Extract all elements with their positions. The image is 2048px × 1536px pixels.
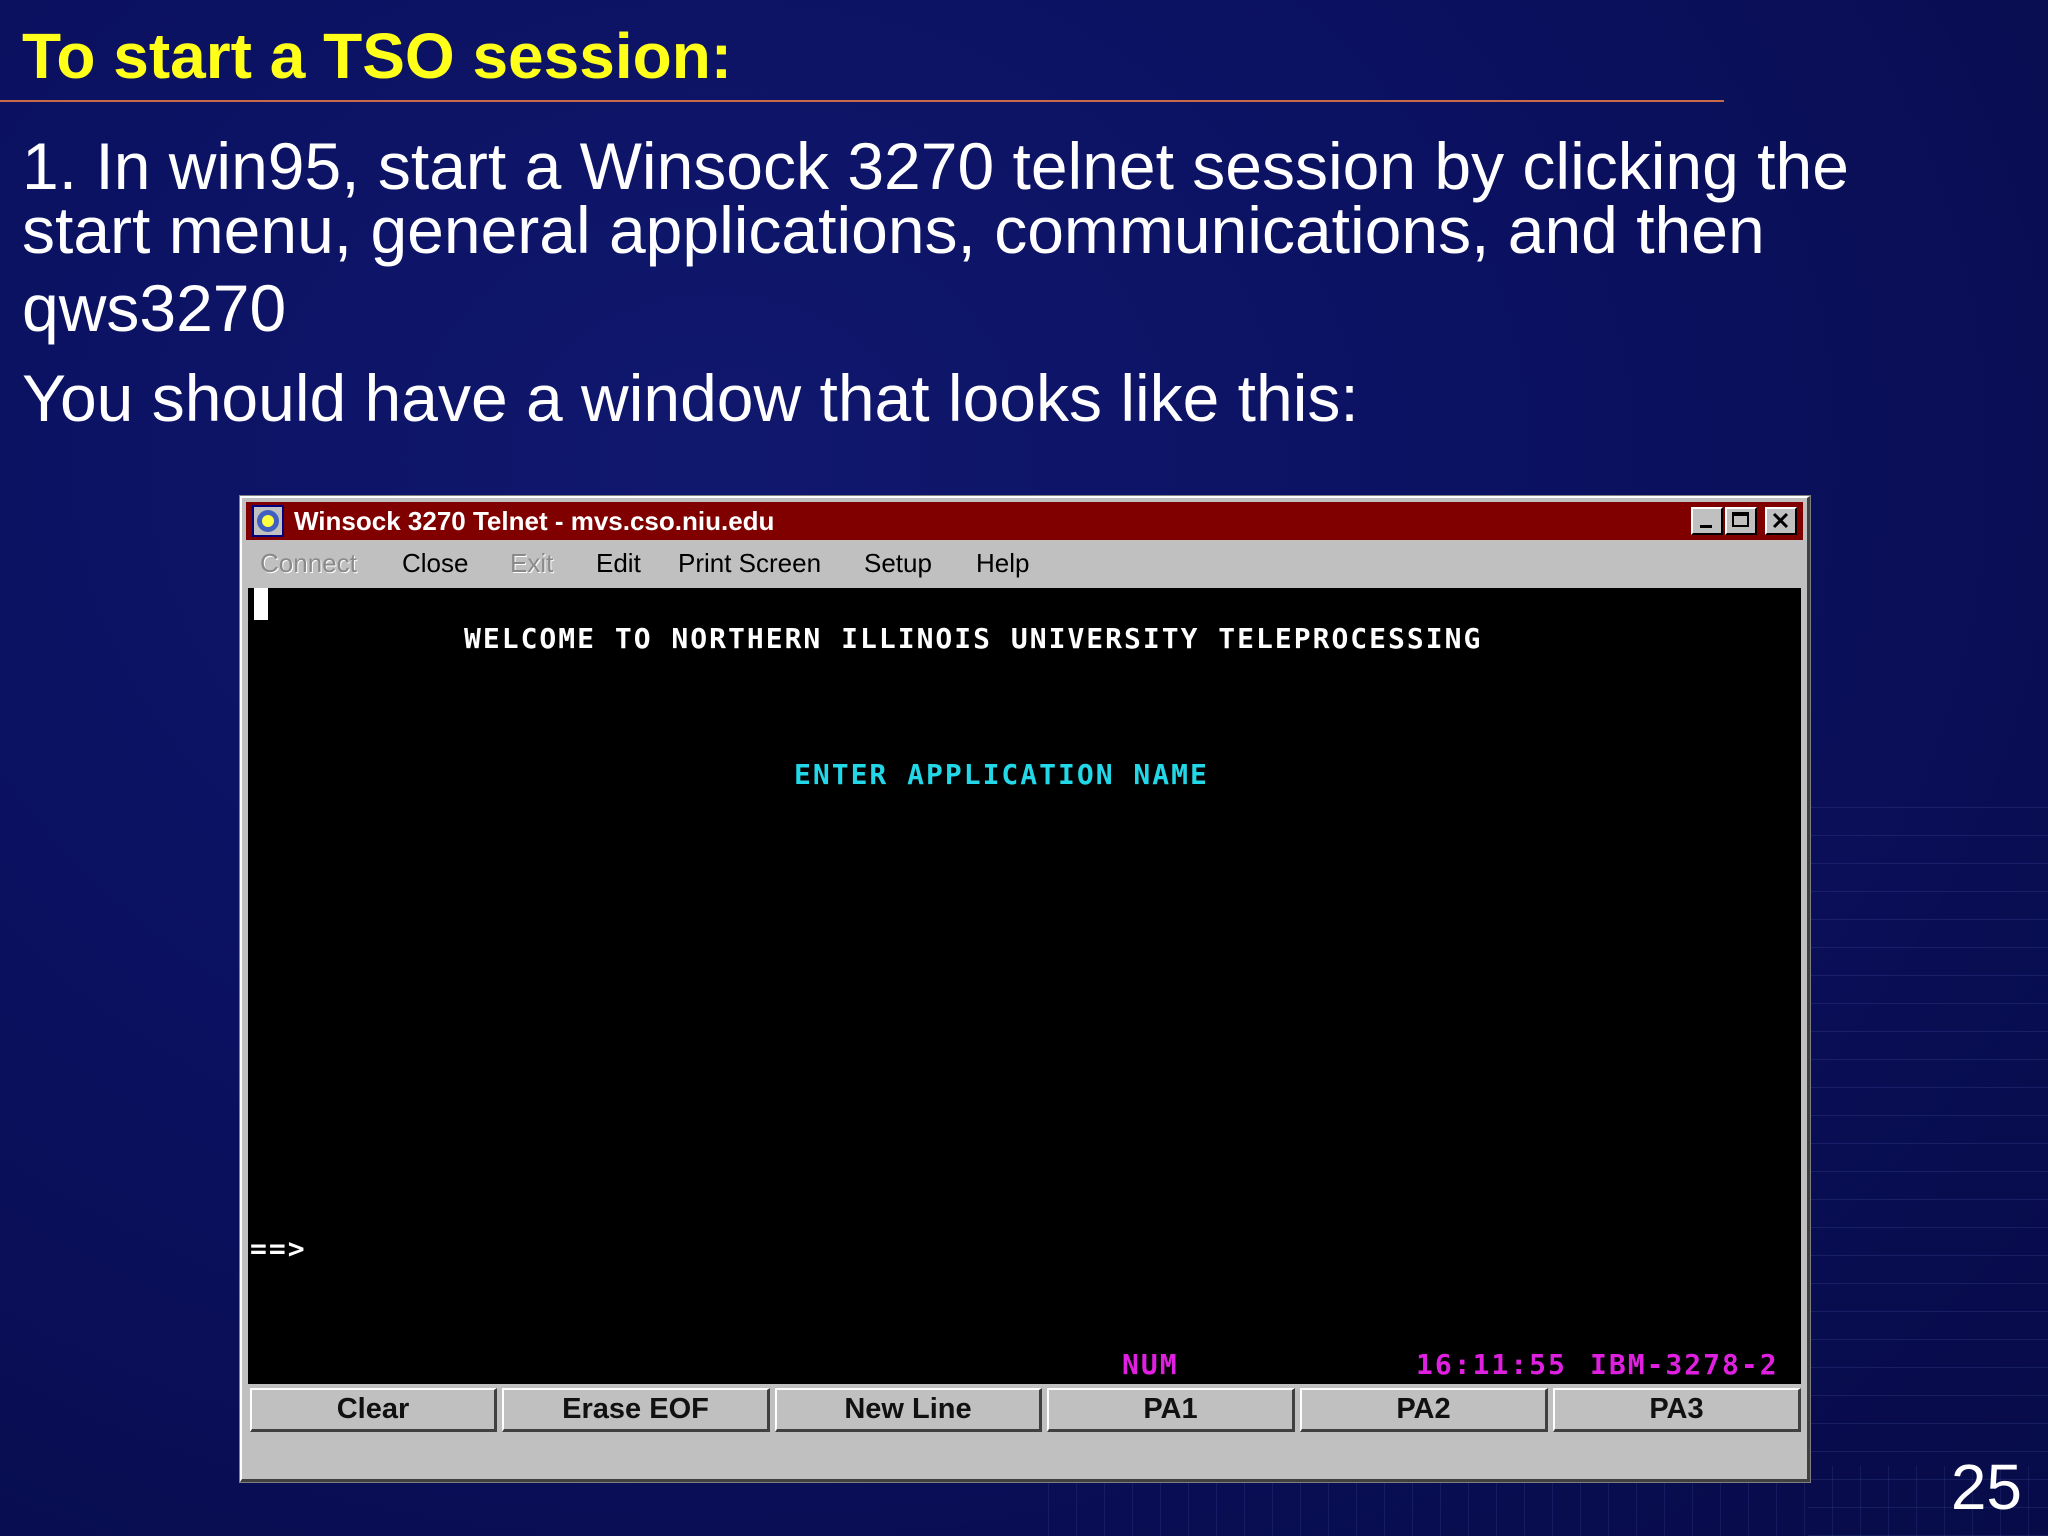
step-2-text: You should have a window that looks like… [22, 361, 1359, 435]
window-titlebar[interactable]: Winsock 3270 Telnet - mvs.cso.niu.edu [246, 502, 1803, 540]
terminal-cursor [254, 588, 268, 620]
step-1-line-2: start menu, general applications, commun… [22, 193, 1765, 267]
welcome-line: WELCOME TO NORTHERN ILLINOIS UNIVERSITY … [464, 622, 1483, 655]
terminal-screen[interactable]: WELCOME TO NORTHERN ILLINOIS UNIVERSITY … [248, 588, 1801, 1384]
menu-setup[interactable]: Setup [864, 544, 932, 582]
telnet-window: Winsock 3270 Telnet - mvs.cso.niu.edu Co… [240, 496, 1810, 1482]
function-key-bar: Clear Erase EOF New Line PA1 PA2 PA3 [248, 1388, 1801, 1432]
maximize-icon[interactable] [1725, 507, 1757, 535]
background-grid-decoration [1808, 796, 2048, 1536]
step-1-line-3: qws3270 [22, 271, 287, 345]
pa2-button[interactable]: PA2 [1300, 1388, 1548, 1432]
menu-bar: Connect Close Exit Edit Print Screen Set… [246, 544, 1803, 582]
num-lock-indicator: NUM [1122, 1348, 1179, 1381]
window-title: Winsock 3270 Telnet - mvs.cso.niu.edu [294, 506, 775, 536]
menu-edit[interactable]: Edit [596, 544, 641, 582]
menu-exit[interactable]: Exit [510, 544, 553, 582]
menu-print-screen[interactable]: Print Screen [678, 544, 821, 582]
page-number: 25 [1950, 1451, 2022, 1523]
step-1-line-1: 1. In win95, start a Winsock 3270 telnet… [22, 129, 1849, 203]
minimize-icon[interactable] [1691, 507, 1723, 535]
enter-application-prompt: ENTER APPLICATION NAME [794, 758, 1209, 791]
step-1-text: 1. In win95, start a Winsock 3270 telnet… [22, 133, 1982, 345]
slide-body: 1. In win95, start a Winsock 3270 telnet… [22, 133, 1982, 436]
command-prompt: ==> [250, 1232, 307, 1265]
slide-title: To start a TSO session: [22, 20, 733, 92]
erase-eof-button[interactable]: Erase EOF [502, 1388, 770, 1432]
close-icon[interactable] [1765, 507, 1797, 535]
new-line-button[interactable]: New Line [775, 1388, 1042, 1432]
title-divider [0, 100, 1724, 102]
pa3-button[interactable]: PA3 [1553, 1388, 1801, 1432]
app-icon[interactable] [252, 505, 284, 537]
clear-button[interactable]: Clear [250, 1388, 497, 1432]
menu-close[interactable]: Close [402, 544, 468, 582]
pa1-button[interactable]: PA1 [1047, 1388, 1295, 1432]
status-time: 16:11:55 [1416, 1348, 1567, 1381]
menu-help[interactable]: Help [976, 544, 1029, 582]
menu-connect[interactable]: Connect [260, 544, 357, 582]
terminal-type: IBM-3278-2 [1590, 1348, 1779, 1381]
